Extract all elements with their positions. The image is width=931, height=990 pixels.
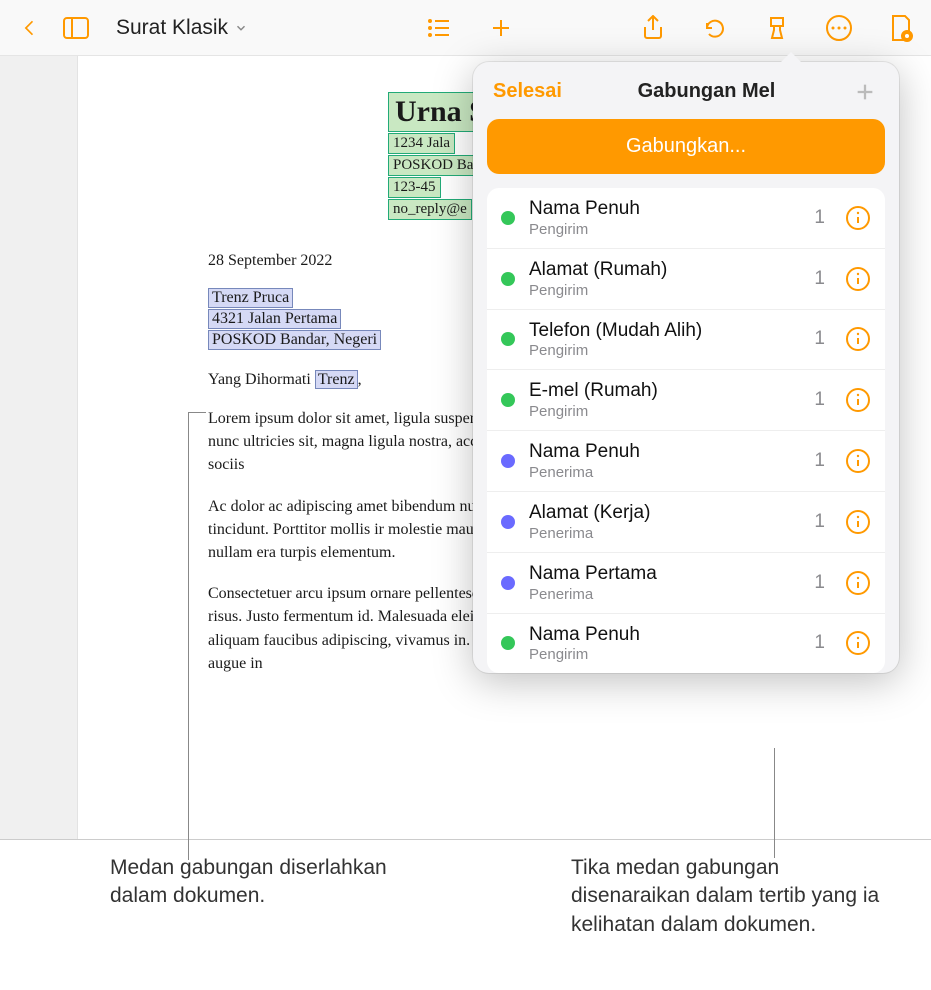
callout-leader-line bbox=[188, 412, 189, 860]
field-status-dot bbox=[501, 515, 515, 529]
mail-merge-popover: Selesai Gabungan Mel Gabungkan... Nama P… bbox=[473, 62, 899, 673]
field-count: 1 bbox=[814, 268, 825, 290]
undo-button[interactable] bbox=[699, 12, 731, 44]
back-button[interactable] bbox=[14, 12, 46, 44]
recipient-address-field[interactable]: 4321 Jalan Pertama bbox=[208, 309, 341, 329]
more-button[interactable] bbox=[823, 12, 855, 44]
sender-phone-field[interactable]: 123-45 bbox=[388, 177, 441, 198]
callout-leader-line bbox=[188, 412, 206, 413]
info-icon[interactable] bbox=[845, 266, 871, 292]
field-status-dot bbox=[501, 454, 515, 468]
field-label: Alamat (Kerja) bbox=[529, 502, 800, 525]
field-status-dot bbox=[501, 332, 515, 346]
document-title: Surat Klasik bbox=[116, 16, 228, 40]
field-label: Alamat (Rumah) bbox=[529, 259, 800, 282]
chevron-down-icon bbox=[234, 21, 248, 35]
info-icon[interactable] bbox=[845, 570, 871, 596]
info-icon[interactable] bbox=[845, 387, 871, 413]
merge-field-list: Nama Penuh Pengirim 1 Alamat (Rumah) Pen… bbox=[487, 188, 885, 673]
field-count: 1 bbox=[814, 632, 825, 654]
field-label: Telefon (Mudah Alih) bbox=[529, 320, 800, 343]
field-count: 1 bbox=[814, 450, 825, 472]
field-status-dot bbox=[501, 272, 515, 286]
document-options-button[interactable] bbox=[885, 12, 917, 44]
field-text: E-mel (Rumah) Pengirim bbox=[529, 380, 800, 420]
merge-field-row[interactable]: Nama Penuh Pengirim 1 bbox=[487, 614, 885, 674]
recipient-city-field[interactable]: POSKOD Bandar, Negeri bbox=[208, 330, 381, 350]
merge-field-row[interactable]: Nama Penuh Pengirim 1 bbox=[487, 188, 885, 249]
insert-button[interactable] bbox=[485, 12, 517, 44]
page-gutter bbox=[0, 56, 78, 839]
field-text: Nama Penuh Pengirim bbox=[529, 198, 800, 238]
field-count: 1 bbox=[814, 328, 825, 350]
callout-left: Medan gabungan diserlahkan dalam dokumen… bbox=[110, 854, 390, 990]
merge-button[interactable]: Gabungkan... bbox=[487, 119, 885, 174]
info-icon[interactable] bbox=[845, 326, 871, 352]
callouts: Medan gabungan diserlahkan dalam dokumen… bbox=[0, 840, 931, 990]
field-count: 1 bbox=[814, 207, 825, 229]
field-sublabel: Penerima bbox=[529, 525, 800, 542]
add-field-button[interactable] bbox=[851, 81, 879, 103]
merge-field-row[interactable]: Alamat (Rumah) Pengirim 1 bbox=[487, 249, 885, 310]
merge-field-row[interactable]: Alamat (Kerja) Penerima 1 bbox=[487, 492, 885, 553]
field-text: Alamat (Kerja) Penerima bbox=[529, 502, 800, 542]
share-button[interactable] bbox=[637, 12, 669, 44]
field-status-dot bbox=[501, 576, 515, 590]
field-text: Alamat (Rumah) Pengirim bbox=[529, 259, 800, 299]
salutation-suffix: , bbox=[358, 371, 362, 388]
field-sublabel: Pengirim bbox=[529, 282, 800, 299]
document-title-dropdown[interactable]: Surat Klasik bbox=[116, 16, 248, 40]
field-sublabel: Pengirim bbox=[529, 403, 800, 420]
field-sublabel: Penerima bbox=[529, 586, 800, 603]
field-label: Nama Pertama bbox=[529, 563, 800, 586]
format-brush-button[interactable] bbox=[761, 12, 793, 44]
field-status-dot bbox=[501, 393, 515, 407]
merge-field-row[interactable]: Telefon (Mudah Alih) Pengirim 1 bbox=[487, 310, 885, 371]
sender-address-field[interactable]: 1234 Jala bbox=[388, 133, 455, 154]
field-label: Nama Penuh bbox=[529, 441, 800, 464]
field-count: 1 bbox=[814, 511, 825, 533]
sender-email-field[interactable]: no_reply@e bbox=[388, 199, 472, 220]
info-icon[interactable] bbox=[845, 448, 871, 474]
field-label: Nama Penuh bbox=[529, 624, 800, 647]
field-label: E-mel (Rumah) bbox=[529, 380, 800, 403]
merge-field-row[interactable]: E-mel (Rumah) Pengirim 1 bbox=[487, 370, 885, 431]
field-text: Nama Penuh Penerima bbox=[529, 441, 800, 481]
info-icon[interactable] bbox=[845, 509, 871, 535]
field-text: Telefon (Mudah Alih) Pengirim bbox=[529, 320, 800, 360]
field-label: Nama Penuh bbox=[529, 198, 800, 221]
field-text: Nama Pertama Penerima bbox=[529, 563, 800, 603]
field-count: 1 bbox=[814, 572, 825, 594]
field-sublabel: Pengirim bbox=[529, 221, 800, 238]
recipient-firstname-field[interactable]: Trenz bbox=[315, 370, 358, 389]
field-sublabel: Pengirim bbox=[529, 342, 800, 359]
outline-button[interactable] bbox=[423, 12, 455, 44]
field-status-dot bbox=[501, 211, 515, 225]
sidebar-icon[interactable] bbox=[60, 12, 92, 44]
info-icon[interactable] bbox=[845, 205, 871, 231]
field-count: 1 bbox=[814, 389, 825, 411]
callout-right: Tika medan gabungan disenaraikan dalam t… bbox=[571, 854, 891, 990]
field-status-dot bbox=[501, 636, 515, 650]
popover-title: Gabungan Mel bbox=[562, 80, 851, 103]
merge-field-row[interactable]: Nama Penuh Penerima 1 bbox=[487, 431, 885, 492]
info-icon[interactable] bbox=[845, 630, 871, 656]
done-button[interactable]: Selesai bbox=[493, 80, 562, 103]
toolbar: Surat Klasik bbox=[0, 0, 931, 56]
field-sublabel: Penerima bbox=[529, 464, 800, 481]
merge-field-row[interactable]: Nama Pertama Penerima 1 bbox=[487, 553, 885, 614]
salutation-prefix: Yang Dihormati bbox=[208, 371, 315, 388]
sender-city-field[interactable]: POSKOD Ba bbox=[388, 155, 478, 176]
recipient-name-field[interactable]: Trenz Pruca bbox=[208, 288, 293, 308]
field-text: Nama Penuh Pengirim bbox=[529, 624, 800, 664]
field-sublabel: Pengirim bbox=[529, 646, 800, 663]
